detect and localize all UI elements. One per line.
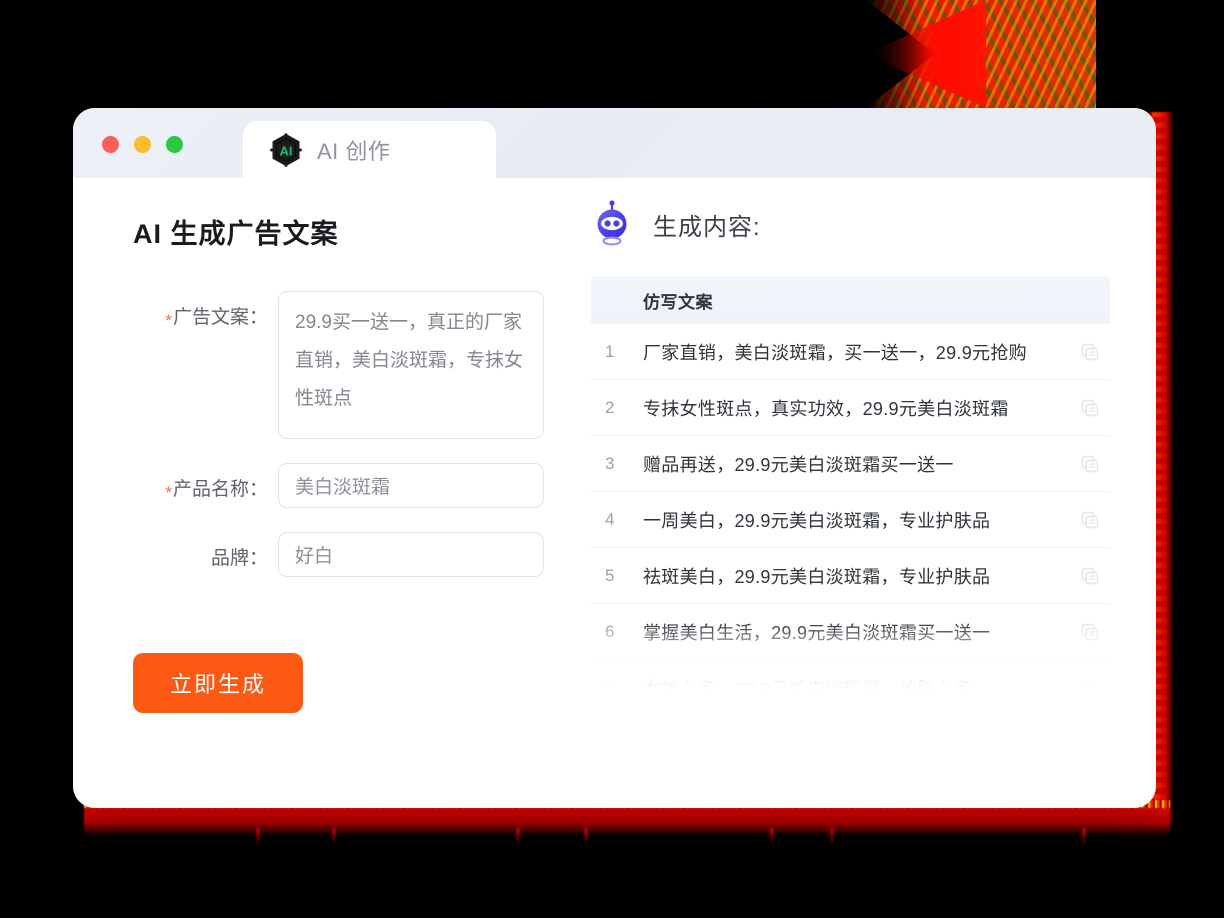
table-row[interactable]: 7 女神必备，29.9元美白淡斑霜，护肤必备 [591, 660, 1110, 696]
copy-icon[interactable] [1070, 455, 1110, 473]
product-name-input[interactable] [278, 463, 544, 508]
field-label-text-brand: 品牌： [210, 548, 268, 569]
row-index: 4 [605, 509, 615, 529]
row-text: 一周美白，29.9元美白淡斑霜，专业护肤品 [643, 510, 991, 531]
row-text: 厂家直销，美白淡斑霜，买一送一，29.9元抢购 [643, 342, 1027, 363]
robot-icon [591, 200, 633, 248]
decorative-graphic [866, 0, 1096, 108]
tab-ai-creation[interactable]: AI AI 创作 [243, 121, 496, 178]
window-body: AI 生成广告文案 *广告文案： *产品名称： 品牌： 立即生成 [73, 178, 1156, 808]
copy-icon[interactable] [1070, 623, 1110, 641]
row-index: 5 [605, 565, 615, 585]
copy-icon[interactable] [1070, 343, 1110, 361]
table-row[interactable]: 3 赠品再送，29.9元美白淡斑霜买一送一 [591, 436, 1110, 492]
window-titlebar: AI AI 创作 [73, 108, 1156, 178]
row-text: 祛斑美白，29.9元美白淡斑霜，专业护肤品 [643, 566, 991, 587]
tab-label: AI 创作 [317, 138, 391, 164]
required-asterisk-ad-copy: * [165, 311, 172, 330]
results-panel: 生成内容: 仿写文案 1 厂家直销，美白淡斑霜，买一送一，29.9元抢购 2 专… [573, 178, 1156, 808]
copy-icon[interactable] [1070, 567, 1110, 585]
row-text: 女神必备，29.9元美白淡斑霜，护肤必备 [643, 678, 973, 697]
row-index: 2 [605, 397, 615, 417]
ai-hexagon-icon: AI [269, 132, 303, 167]
field-label-ad-copy: *广告文案： [133, 291, 278, 330]
close-button[interactable] [102, 136, 119, 153]
results-table: 仿写文案 1 厂家直销，美白淡斑霜，买一送一，29.9元抢购 2 专抹女性斑点，… [591, 276, 1110, 696]
minimize-button[interactable] [134, 136, 151, 153]
copy-icon[interactable] [1070, 399, 1110, 417]
field-label-text-product-name: 产品名称： [172, 479, 268, 500]
table-row[interactable]: 5 祛斑美白，29.9元美白淡斑霜，专业护肤品 [591, 548, 1110, 604]
page-title: AI 生成广告文案 [133, 219, 339, 249]
generate-button[interactable]: 立即生成 [133, 653, 303, 713]
field-brand: 品牌： [133, 532, 573, 577]
brand-input[interactable] [278, 532, 544, 577]
required-asterisk-product-name: * [165, 483, 172, 502]
svg-text:AI: AI [280, 143, 293, 158]
form-panel: AI 生成广告文案 *广告文案： *产品名称： 品牌： 立即生成 [73, 178, 573, 808]
ad-copy-textarea[interactable] [278, 291, 544, 439]
row-index: 6 [605, 621, 615, 641]
field-label-brand: 品牌： [133, 532, 278, 570]
table-row[interactable]: 2 专抹女性斑点，真实功效，29.9元美白淡斑霜 [591, 380, 1110, 436]
row-text: 赠品再送，29.9元美白淡斑霜买一送一 [643, 454, 954, 475]
row-text: 掌握美白生活，29.9元美白淡斑霜买一送一 [643, 622, 991, 643]
traffic-light-group [102, 136, 183, 153]
row-text: 专抹女性斑点，真实功效，29.9元美白淡斑霜 [643, 398, 1009, 419]
field-ad-copy: *广告文案： [133, 291, 573, 439]
table-header-copy: 仿写文案 [643, 292, 713, 312]
table-header-row: 仿写文案 [591, 276, 1110, 324]
results-title: 生成内容: [653, 213, 761, 241]
row-index: 1 [605, 341, 615, 361]
field-product-name: *产品名称： [133, 463, 573, 508]
field-label-product-name: *产品名称： [133, 463, 278, 502]
field-label-text-ad-copy: 广告文案： [172, 307, 268, 328]
copy-icon[interactable] [1070, 679, 1110, 697]
table-row[interactable]: 4 一周美白，29.9元美白淡斑霜，专业护肤品 [591, 492, 1110, 548]
copy-icon[interactable] [1070, 511, 1110, 529]
row-index: 7 [605, 677, 615, 697]
row-index: 3 [605, 453, 615, 473]
zoom-button[interactable] [166, 136, 183, 153]
table-row[interactable]: 1 厂家直销，美白淡斑霜，买一送一，29.9元抢购 [591, 324, 1110, 380]
app-window: AI AI 创作 AI 生成广告文案 *广告文案： *产品名称： [73, 108, 1156, 808]
table-row[interactable]: 6 掌握美白生活，29.9元美白淡斑霜买一送一 [591, 604, 1110, 660]
results-header: 生成内容: [591, 200, 1110, 248]
